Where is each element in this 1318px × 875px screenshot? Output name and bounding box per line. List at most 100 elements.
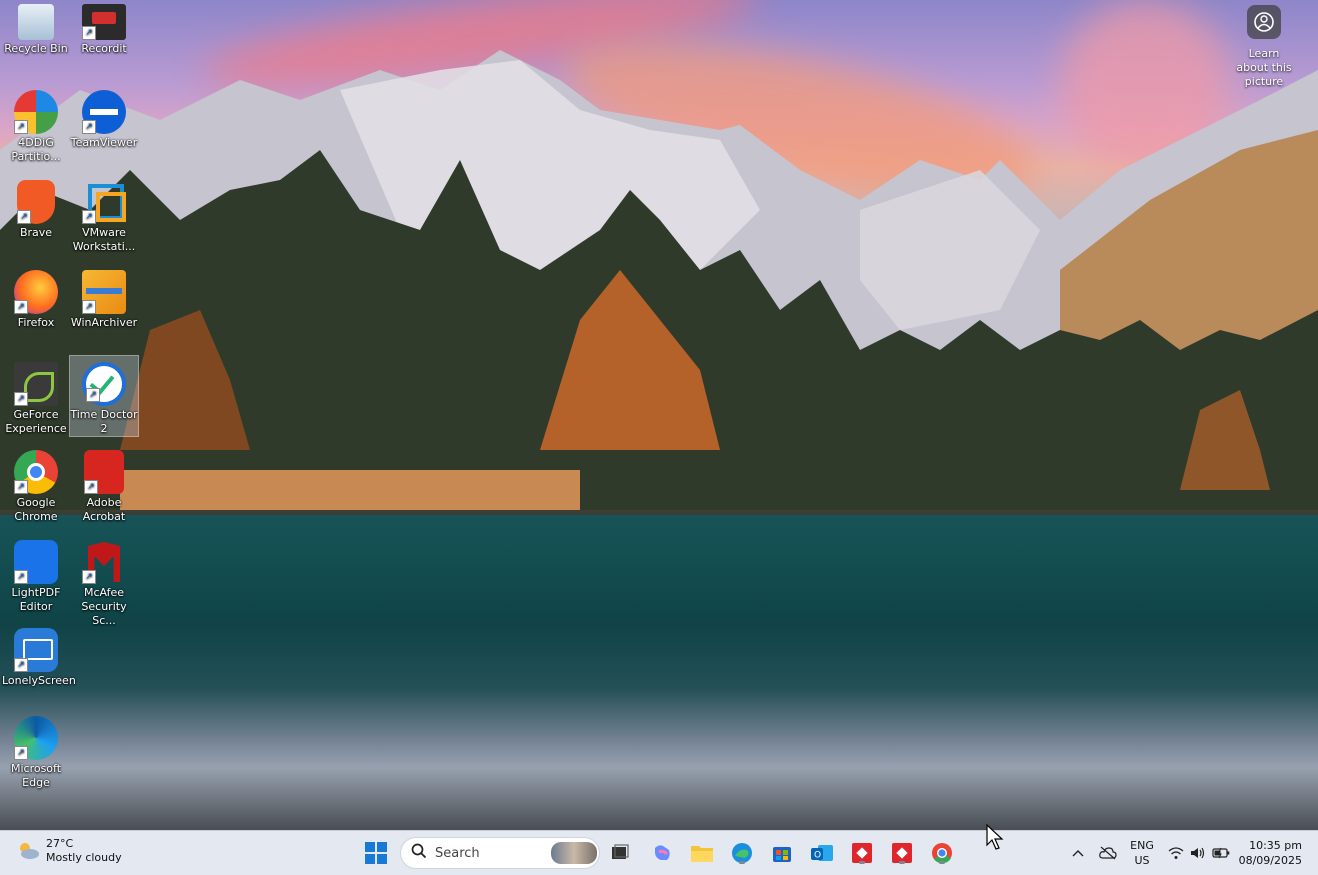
tray-network-volume-battery[interactable] <box>1166 831 1232 875</box>
taskbar-copilot[interactable] <box>648 839 676 867</box>
teamviewer-icon: ↗ <box>82 90 126 134</box>
language-indicator[interactable]: ENG US <box>1128 838 1156 868</box>
time-doctor-icon: ↗ <box>82 362 126 406</box>
camera-location-icon <box>1247 5 1281 39</box>
desktop-icon-label: Firefox <box>17 316 55 329</box>
mcafee-icon: ↗ <box>82 540 126 584</box>
taskbar-app-red-2[interactable] <box>888 839 916 867</box>
keyboard-region: US <box>1134 854 1150 867</box>
desktop-icon-chrome[interactable]: ↗ Google Chrome <box>2 450 70 524</box>
desktop-icon-4ddig[interactable]: ↗ 4DDiG Partitio... <box>2 90 70 164</box>
mouse-pointer-icon <box>986 824 1004 850</box>
learn-about-picture[interactable]: Learn about this picture <box>1232 5 1296 89</box>
edge-icon: ↗ <box>14 716 58 760</box>
shortcut-arrow-icon: ↗ <box>14 658 28 672</box>
desktop-icon-label: TeamViewer <box>70 136 138 149</box>
wifi-icon <box>1168 847 1184 859</box>
task-view-icon <box>612 844 629 859</box>
desktop-icon-label: 4DDiG Partitio... <box>11 136 61 163</box>
lightpdf-icon: ↗ <box>14 540 58 584</box>
desktop-icon-label: Brave <box>19 226 53 239</box>
desktop-icon-winarchiver[interactable]: ↗ WinArchiver <box>70 270 138 330</box>
search-highlight-icon <box>551 842 597 864</box>
recordit-icon: ↗ <box>82 4 126 40</box>
desktop-icon-label: GeForce Experience <box>5 408 67 435</box>
language-code: ENG <box>1130 839 1154 852</box>
running-indicator <box>859 861 865 864</box>
shortcut-arrow-icon: ↗ <box>14 392 28 406</box>
volume-icon <box>1191 847 1205 859</box>
wallpaper-forest <box>0 150 1318 510</box>
outlook-icon: O <box>811 845 833 861</box>
taskbar-store[interactable] <box>768 839 796 867</box>
winarchiver-icon: ↗ <box>82 270 126 314</box>
firefox-icon: ↗ <box>14 270 58 314</box>
desktop-icon-teamviewer[interactable]: ↗ TeamViewer <box>70 90 138 150</box>
shortcut-arrow-icon: ↗ <box>82 210 96 224</box>
desktop-icon-label: McAfee Security Sc... <box>81 586 127 627</box>
taskbar-task-view[interactable] <box>606 839 634 867</box>
desktop-icon-edge[interactable]: ↗ Microsoft Edge <box>2 716 70 790</box>
desktop-icon-label: Adobe Acrobat <box>82 496 126 523</box>
learn-about-label: Learn about this picture <box>1236 47 1292 88</box>
copilot-icon <box>655 845 670 860</box>
desktop-icon-label: Recycle Bin <box>4 42 68 55</box>
desktop-icon-recordit[interactable]: ↗ Recordit <box>70 4 138 56</box>
battery-charging-icon <box>1212 847 1230 859</box>
taskbar: 27°C Mostly cloudy Search O ENG US 10:35… <box>0 830 1318 875</box>
desktop-icon-acrobat[interactable]: ↗ Adobe Acrobat <box>70 450 138 524</box>
desktop-icon-geforce[interactable]: ↗ GeForce Experience <box>2 362 70 436</box>
acrobat-icon: ↗ <box>84 450 124 494</box>
desktop-icon-brave[interactable]: ↗ Brave <box>2 180 70 240</box>
taskbar-clock[interactable]: 10:35 pm 08/09/2025 <box>1238 838 1302 868</box>
taskbar-outlook[interactable]: O <box>808 839 836 867</box>
shortcut-arrow-icon: ↗ <box>14 300 28 314</box>
start-button[interactable] <box>362 839 390 867</box>
vmware-icon: ↗ <box>82 180 126 224</box>
desktop-icon-label: WinArchiver <box>70 316 138 329</box>
taskbar-app-red-1[interactable] <box>848 839 876 867</box>
search-icon <box>411 843 427 863</box>
running-indicator <box>939 861 945 864</box>
geforce-icon: ↗ <box>14 362 58 406</box>
desktop-icon-label: LonelyScreen <box>2 674 76 687</box>
desktop-icon-time-doctor[interactable]: ↗ Time Doctor 2 <box>69 355 139 437</box>
desktop-icon-firefox[interactable]: ↗ Firefox <box>2 270 70 330</box>
brave-icon: ↗ <box>17 180 55 224</box>
shortcut-arrow-icon: ↗ <box>82 300 96 314</box>
desktop-icon-lightpdf[interactable]: ↗ LightPDF Editor <box>2 540 70 614</box>
chrome-icon: ↗ <box>14 450 58 494</box>
shortcut-arrow-icon: ↗ <box>14 480 28 494</box>
tray-onedrive[interactable] <box>1096 831 1120 875</box>
taskbar-search-box[interactable]: Search <box>400 837 600 869</box>
weather-temp: 27°C <box>46 837 74 850</box>
taskbar-edge[interactable] <box>728 839 756 867</box>
desktop-wallpaper: Recycle Bin ↗ Recordit ↗ 4DDiG Partitio.… <box>0 0 1318 830</box>
show-hidden-icons-button[interactable] <box>1068 831 1088 875</box>
desktop-icon-vmware[interactable]: ↗ VMware Workstati... <box>70 180 138 254</box>
store-icon <box>773 847 791 862</box>
clock-date: 08/09/2025 <box>1238 854 1302 867</box>
partly-cloudy-icon <box>20 843 39 859</box>
shortcut-arrow-icon: ↗ <box>82 570 96 584</box>
weather-widget[interactable]: 27°C Mostly cloudy <box>16 837 122 865</box>
desktop-icon-lonelyscreen[interactable]: ↗ LonelyScreen <box>2 628 76 688</box>
shortcut-arrow-icon: ↗ <box>17 210 31 224</box>
desktop-icon-mcafee[interactable]: ↗ McAfee Security Sc... <box>70 540 138 628</box>
running-indicator <box>739 861 745 864</box>
shortcut-arrow-icon: ↗ <box>14 570 28 584</box>
desktop-icon-label: Recordit <box>81 42 127 55</box>
desktop-icon-label: Time Doctor 2 <box>70 408 138 435</box>
windows-logo-icon <box>365 842 387 864</box>
taskbar-chrome[interactable] <box>928 839 956 867</box>
cloud-offline-icon <box>1099 846 1117 860</box>
taskbar-file-explorer[interactable] <box>688 839 716 867</box>
shortcut-arrow-icon: ↗ <box>86 388 100 402</box>
weather-condition: Mostly cloudy <box>46 851 122 864</box>
desktop-icon-recycle-bin[interactable]: Recycle Bin <box>2 4 70 56</box>
desktop-icon-label: Microsoft Edge <box>10 762 62 789</box>
desktop-icon-label: VMware Workstati... <box>72 226 136 253</box>
clock-time: 10:35 pm <box>1249 839 1302 852</box>
running-indicator <box>899 861 905 864</box>
desktop-icon-label: LightPDF Editor <box>11 586 61 613</box>
